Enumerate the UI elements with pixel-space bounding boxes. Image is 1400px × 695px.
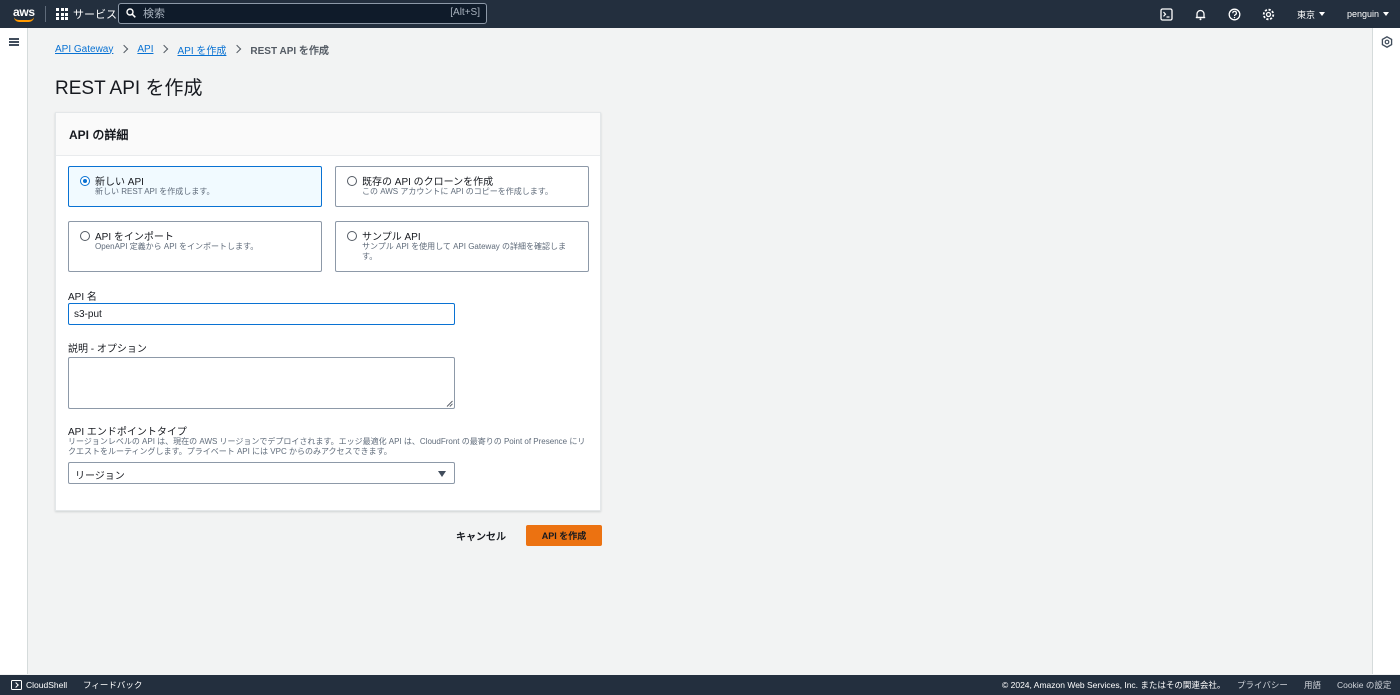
api-name-input[interactable]	[68, 303, 455, 325]
caret-down-icon	[1383, 12, 1390, 16]
endpoint-type-hint: リージョンレベルの API は、現在の AWS リージョンでデプロイされます。エ…	[68, 437, 586, 456]
cloudshell-label: CloudShell	[26, 680, 68, 690]
breadcrumb-api[interactable]: API	[137, 44, 153, 55]
tile-description: サンプル API を使用して API Gateway の詳細を確認します。	[362, 242, 566, 261]
container-heading: API の詳細	[69, 128, 129, 142]
terms-label: 用語	[1304, 680, 1322, 690]
help-panel-icon[interactable]	[1381, 36, 1393, 48]
grid-icon	[56, 8, 68, 20]
copyright: © 2024, Amazon Web Services, Inc. またはその関…	[1002, 675, 1225, 695]
tile-description: OpenAPI 定義から API をインポートします。	[95, 242, 259, 251]
api-name-label: API 名	[68, 292, 97, 303]
nav-divider	[45, 6, 46, 22]
chevron-right-icon	[160, 44, 169, 54]
tile-title: 既存の API のクローンを作成	[362, 177, 494, 188]
breadcrumb-api-gateway[interactable]: API Gateway	[55, 44, 113, 55]
feedback-label: フィードバック	[83, 680, 143, 690]
services-menu-button[interactable]: サービス	[56, 0, 117, 28]
user-label: penguin	[1347, 9, 1380, 19]
cookie-label: Cookie の設定	[1337, 680, 1392, 690]
description-textarea[interactable]	[68, 357, 455, 409]
feedback-link[interactable]: フィードバック	[83, 675, 142, 695]
description-label: 説明 - オプション	[68, 344, 147, 355]
cookie-settings-link[interactable]: Cookie の設定	[1337, 675, 1391, 695]
copyright-text: © 2024, Amazon Web Services, Inc. またはその関…	[1002, 680, 1226, 690]
breadcrumb: API Gateway API API を作成 REST API を作成	[55, 42, 329, 57]
services-label: サービス	[73, 9, 117, 21]
container-header: API の詳細	[56, 113, 600, 156]
aws-logo[interactable]: aws	[12, 4, 36, 24]
search-icon	[126, 8, 136, 18]
search-input[interactable]	[143, 6, 443, 21]
tile-title: API をインポート	[95, 232, 174, 243]
search-shortcut: [Alt+S]	[450, 7, 480, 18]
aws-smile-icon	[14, 17, 34, 22]
region-selector[interactable]: 東京	[1297, 0, 1326, 28]
create-api-button[interactable]: API を作成	[526, 525, 602, 546]
radio-import-api[interactable]	[80, 231, 90, 241]
tile-import-api[interactable]: API をインポート OpenAPI 定義から API をインポートします。	[68, 221, 322, 272]
account-menu[interactable]: penguin	[1347, 0, 1390, 28]
tile-sample-api[interactable]: サンプル API サンプル API を使用して API Gateway の詳細を…	[335, 221, 589, 272]
breadcrumb-create-api[interactable]: API を作成	[177, 42, 226, 57]
page-title: REST API を作成	[55, 78, 203, 99]
top-navigation: aws サービス [Alt+S] 東京 penguin	[0, 0, 1400, 28]
settings-icon[interactable]	[1260, 6, 1276, 22]
bell-icon[interactable]	[1192, 6, 1208, 22]
menu-icon[interactable]	[9, 38, 19, 46]
radio-sample-api[interactable]	[347, 231, 357, 241]
chevron-right-icon	[120, 44, 129, 54]
caret-down-icon	[438, 471, 446, 477]
breadcrumb-current: REST API を作成	[250, 45, 329, 57]
chevron-right-icon	[233, 44, 242, 54]
radio-clone-api[interactable]	[347, 176, 357, 186]
search-box[interactable]: [Alt+S]	[118, 3, 487, 24]
right-rail	[1372, 28, 1400, 674]
privacy-label: プライバシー	[1237, 680, 1288, 690]
tile-description: この AWS アカウントに API のコピーを作成します。	[362, 187, 553, 196]
terms-link[interactable]: 用語	[1304, 675, 1321, 695]
help-icon[interactable]	[1226, 6, 1242, 22]
left-rail	[0, 28, 28, 674]
tile-new-api[interactable]: 新しい API 新しい REST API を作成します。	[68, 166, 322, 207]
tile-description: 新しい REST API を作成します。	[95, 187, 215, 196]
endpoint-type-label: API エンドポイントタイプ	[68, 427, 187, 438]
endpoint-type-select[interactable]: リージョン	[68, 462, 455, 484]
tile-title: サンプル API	[362, 232, 421, 243]
region-label: 東京	[1297, 9, 1316, 20]
cloudshell-icon[interactable]	[1158, 6, 1174, 22]
caret-down-icon	[1319, 12, 1326, 16]
tile-title: 新しい API	[95, 177, 144, 188]
privacy-link[interactable]: プライバシー	[1237, 675, 1288, 695]
cloudshell-icon	[11, 680, 22, 690]
radio-new-api[interactable]	[80, 176, 90, 186]
cancel-button[interactable]: キャンセル	[448, 525, 514, 546]
resize-handle-icon[interactable]	[446, 400, 453, 407]
tile-clone-api[interactable]: 既存の API のクローンを作成 この AWS アカウントに API のコピーを…	[335, 166, 589, 207]
endpoint-type-value: リージョン	[75, 471, 125, 482]
cloudshell-button[interactable]: CloudShell	[11, 675, 67, 695]
footer: CloudShell フィードバック © 2024, Amazon Web Se…	[0, 675, 1400, 695]
